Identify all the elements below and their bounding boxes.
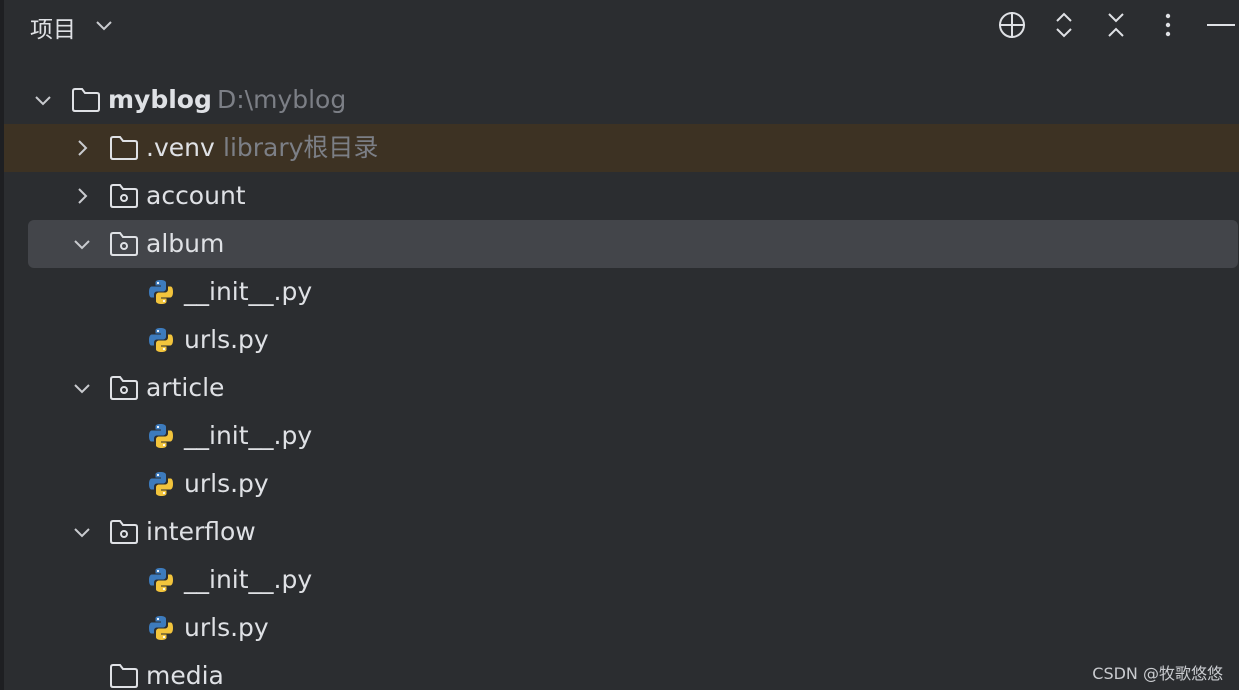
chevron-down-icon[interactable] bbox=[72, 522, 92, 542]
tree-row-account[interactable]: account bbox=[0, 172, 1239, 220]
chevron-down-icon[interactable] bbox=[72, 234, 92, 254]
package-folder-icon bbox=[109, 231, 139, 257]
project-panel-header: 项目 bbox=[0, 0, 1239, 52]
tree-label: urls.py bbox=[184, 613, 269, 642]
locate-icon[interactable] bbox=[997, 10, 1027, 40]
python-file-icon bbox=[147, 470, 175, 498]
tree-label: interflow bbox=[146, 517, 256, 546]
tree-row-file[interactable]: __init__.py bbox=[0, 412, 1239, 460]
chevron-down-icon[interactable] bbox=[94, 18, 114, 34]
chevron-right-icon[interactable] bbox=[72, 186, 92, 206]
tree-label: media bbox=[146, 661, 224, 690]
tree-row-article[interactable]: article bbox=[0, 364, 1239, 412]
tree-path-hint: D:\myblog bbox=[217, 85, 347, 114]
tree-label: article bbox=[146, 373, 225, 402]
package-folder-icon bbox=[109, 183, 139, 209]
tree-label: urls.py bbox=[184, 325, 269, 354]
tree-row-file[interactable]: urls.py bbox=[0, 460, 1239, 508]
python-file-icon bbox=[147, 326, 175, 354]
folder-icon bbox=[109, 663, 139, 689]
tree-label: urls.py bbox=[184, 469, 269, 498]
tree-label: __init__.py bbox=[184, 277, 313, 306]
tree-row-file[interactable]: __init__.py bbox=[0, 556, 1239, 604]
tree-label: account bbox=[146, 181, 246, 210]
tree-row-file[interactable]: __init__.py bbox=[0, 268, 1239, 316]
tree-label: myblog bbox=[108, 85, 212, 114]
panel-title[interactable]: 项目 bbox=[30, 10, 76, 44]
collapse-all-icon[interactable] bbox=[1101, 10, 1131, 40]
tree-hint: library根目录 bbox=[223, 133, 379, 162]
chevron-down-icon[interactable] bbox=[33, 90, 53, 110]
folder-icon bbox=[71, 87, 101, 113]
tree-label: .venv bbox=[146, 133, 215, 162]
chevron-down-icon[interactable] bbox=[72, 378, 92, 398]
tree-row-album[interactable]: album bbox=[0, 220, 1239, 268]
package-folder-icon bbox=[109, 519, 139, 545]
watermark: CSDN @牧歌悠悠 bbox=[1092, 664, 1223, 683]
python-file-icon bbox=[147, 422, 175, 450]
minimize-icon[interactable] bbox=[1205, 10, 1235, 40]
package-folder-icon bbox=[109, 375, 139, 401]
python-file-icon bbox=[147, 614, 175, 642]
python-file-icon bbox=[147, 566, 175, 594]
tree-row-venv[interactable]: .venv library根目录 bbox=[4, 124, 1239, 172]
python-file-icon bbox=[147, 278, 175, 306]
tree-row-file[interactable]: urls.py bbox=[0, 316, 1239, 364]
tree-row-media[interactable]: media bbox=[0, 652, 1239, 690]
tree-label: __init__.py bbox=[184, 421, 313, 450]
folder-icon bbox=[109, 135, 139, 161]
chevron-right-icon[interactable] bbox=[72, 138, 92, 158]
tree-row-file[interactable]: urls.py bbox=[0, 604, 1239, 652]
more-options-icon[interactable] bbox=[1153, 10, 1183, 40]
tree-label: __init__.py bbox=[184, 565, 313, 594]
tree-label: album bbox=[146, 229, 225, 258]
expand-all-icon[interactable] bbox=[1049, 10, 1079, 40]
tree-row-myblog[interactable]: myblog D:\myblog bbox=[0, 76, 1239, 124]
tree-row-interflow[interactable]: interflow bbox=[0, 508, 1239, 556]
